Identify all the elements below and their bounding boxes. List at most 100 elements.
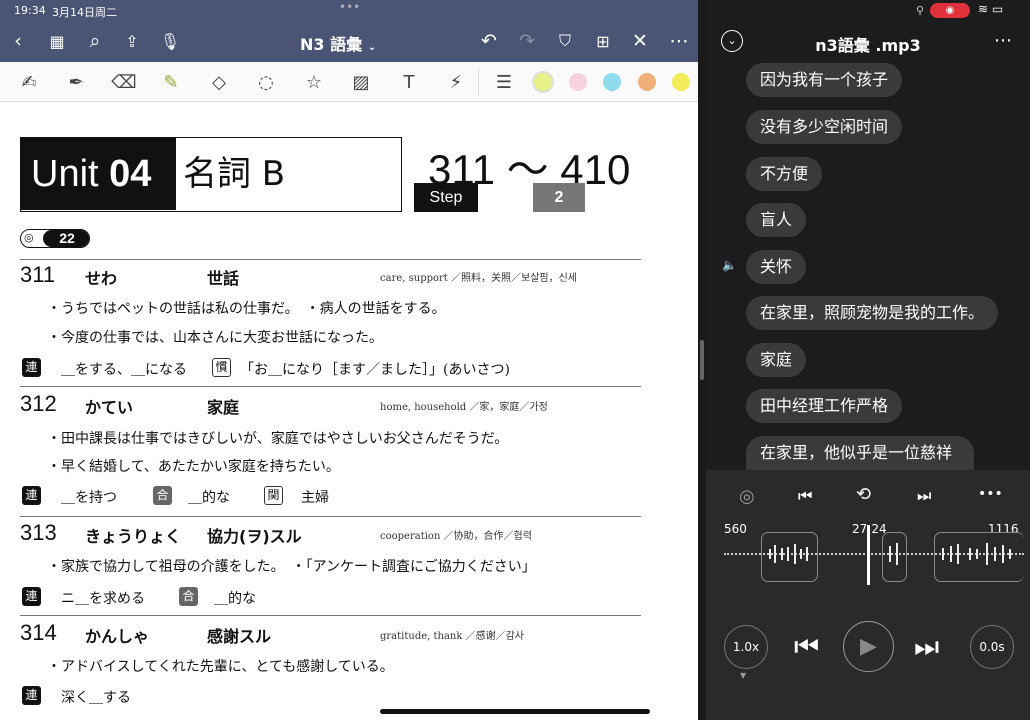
color-swatch-cyan[interactable] <box>603 73 621 91</box>
stroke-width-icon[interactable]: ☰ <box>491 69 517 95</box>
repeat-icon[interactable]: ⟲ <box>856 484 871 505</box>
zoom-writing-icon[interactable]: ✍ <box>16 69 42 95</box>
transcript-item[interactable]: 在家里，照顾宠物是我的工作。 <box>746 296 999 330</box>
more-icon[interactable]: ⋯ <box>666 28 692 54</box>
compound-text: ＿的な <box>214 591 256 607</box>
locate-icon[interactable]: ◎ <box>739 486 755 507</box>
transcript-item[interactable]: 不方便 <box>746 157 823 191</box>
entry-word: 世話 <box>207 269 240 288</box>
collocation-tag: 連 <box>22 358 41 377</box>
share-icon[interactable]: ⇪ <box>119 28 145 54</box>
waveform-bar <box>994 547 996 561</box>
entry-reading: かてい <box>85 398 134 417</box>
example-sentence: ・早く結婚して、あたたかい家庭を持ちたい。 <box>47 459 340 475</box>
color-swatch-pink[interactable] <box>569 73 587 91</box>
highlighter-icon[interactable]: ✎ <box>158 69 184 95</box>
sticker-icon[interactable]: ☆ <box>301 69 327 95</box>
laser-pointer-icon[interactable]: ⚡ <box>443 69 469 95</box>
add-page-icon[interactable]: ⊞ <box>590 28 616 54</box>
step-label: Step <box>414 183 478 212</box>
waveform-bar <box>889 546 891 562</box>
status-icons: ⚲ <box>916 4 925 17</box>
unit-text: Unit <box>31 153 99 195</box>
entry-number: 314 <box>20 620 57 645</box>
color-swatch-orange[interactable] <box>638 73 656 91</box>
recording-indicator-icon[interactable]: ◉ <box>930 3 970 18</box>
transcript-item[interactable]: 没有多少空闲时间 <box>746 110 903 144</box>
split-view-divider[interactable] <box>698 0 706 720</box>
example-sentence: ・今度の仕事では、山本さんに大変お世話になった。 <box>47 330 383 346</box>
shapes-icon[interactable]: ◇ <box>206 69 232 95</box>
play-button[interactable]: ▶ <box>843 621 894 672</box>
redo-icon[interactable]: ↷ <box>514 28 540 54</box>
entry-number: 313 <box>20 520 57 545</box>
transcript-item[interactable]: 田中经理工作严格 <box>746 389 903 423</box>
step-number: 2 <box>533 183 585 212</box>
lasso-icon[interactable]: ◌ <box>253 69 279 95</box>
back-icon[interactable]: ‹ <box>5 28 31 54</box>
waveform-bar <box>957 544 959 564</box>
transcript-item[interactable]: 盲人 <box>746 203 807 237</box>
toolbar-divider <box>478 68 479 96</box>
entry-word: 家庭 <box>207 398 240 417</box>
idiom-tag: 慣 <box>212 358 231 377</box>
example-sentence: ・家族で協力して祖母の介護をした。 ・「アンケート調査にご協力ください」 <box>47 559 536 575</box>
microphone-icon[interactable]: 🎙 <box>157 28 183 54</box>
offset-button[interactable]: 0.0s <box>970 625 1014 669</box>
more-icon[interactable]: ⋯ <box>994 30 1012 51</box>
status-time: 19:34 <box>14 4 46 17</box>
waveform-bar <box>1002 545 1004 563</box>
search-icon[interactable]: ⌕ <box>82 28 108 54</box>
segment-box[interactable] <box>882 532 907 582</box>
audio-track-number: 22 <box>43 230 89 247</box>
skip-back-icon[interactable]: ⏮ <box>794 630 819 664</box>
next-segment-icon[interactable]: ⏭ <box>917 486 931 506</box>
document-title[interactable]: N3 語彙 ⌄ <box>300 31 376 55</box>
transcript-item[interactable]: 家庭 <box>746 343 807 377</box>
entry-reading: せわ <box>85 269 118 288</box>
collocation-tag: 連 <box>22 587 41 606</box>
close-icon[interactable]: ✕ <box>627 28 653 54</box>
entry-gloss: cooperation ／协助，合作／협력 <box>380 531 532 542</box>
collocation-text: ＿を持つ <box>61 490 117 506</box>
image-icon[interactable]: ▨ <box>348 69 374 95</box>
playhead[interactable] <box>867 525 870 585</box>
speaker-icon: 🔈 <box>722 258 737 272</box>
waveform-bar <box>774 545 776 563</box>
notes-app-pane: 19:34 3月14日周二 ••• ‹ ▦ ⌕ ⇪ 🎙 N3 語彙 ⌄ ↶ ↷ … <box>0 0 698 720</box>
collocation-text: ＿をする、＿になる <box>61 362 187 378</box>
skip-forward-icon[interactable]: ⏭ <box>914 630 939 664</box>
audio-track-badge[interactable]: ◎ 22 <box>20 229 90 248</box>
more-options-icon[interactable]: ••• <box>978 486 1003 502</box>
transcript-item[interactable]: 因为我有一个孩子 <box>746 63 903 97</box>
audio-app-pane: ⚲ ◉ ≋ ▭ ⌄ n3語彙 .mp3 ⋯ 因为我有一个孩子 没有多少空闲时间 … <box>706 0 1030 720</box>
bookmark-icon[interactable]: ⛉ <box>552 28 578 54</box>
eraser-icon[interactable]: ⌫ <box>111 69 137 95</box>
transcript-item-active[interactable]: 关怀 <box>746 250 807 284</box>
entry-gloss: home, household ／家，家庭／가정 <box>380 402 548 413</box>
color-swatch-yellow[interactable] <box>672 73 690 91</box>
divider <box>20 259 641 260</box>
undo-icon[interactable]: ↶ <box>476 28 502 54</box>
previous-segment-icon[interactable]: ⏮ <box>798 486 812 506</box>
grid-icon[interactable]: ▦ <box>44 28 70 54</box>
waveform-bar <box>1009 549 1011 559</box>
collocation-tag: 連 <box>22 486 41 505</box>
text-icon[interactable]: T <box>396 69 422 95</box>
audio-title: n3語彙 .mp3 <box>815 36 921 55</box>
collocation-text: ニ＿を求める <box>61 591 145 607</box>
waveform[interactable] <box>724 525 1024 598</box>
waveform-bar <box>969 548 971 560</box>
divider <box>20 516 641 517</box>
color-swatch-lime[interactable] <box>534 73 552 91</box>
compound-tag: 合 <box>179 587 198 606</box>
entry-number: 312 <box>20 391 57 416</box>
entry-reading: かんしゃ <box>85 627 150 646</box>
multitask-dots-icon[interactable]: ••• <box>339 0 360 14</box>
speed-button[interactable]: 1.0x <box>724 625 768 669</box>
entry-gloss: care, support ／照料，关照／보살핌，신세 <box>380 273 577 284</box>
split-handle[interactable] <box>700 340 704 380</box>
home-indicator[interactable] <box>380 709 650 714</box>
status-date: 3月14日周二 <box>52 6 117 19</box>
pen-icon[interactable]: ✒ <box>63 69 89 95</box>
